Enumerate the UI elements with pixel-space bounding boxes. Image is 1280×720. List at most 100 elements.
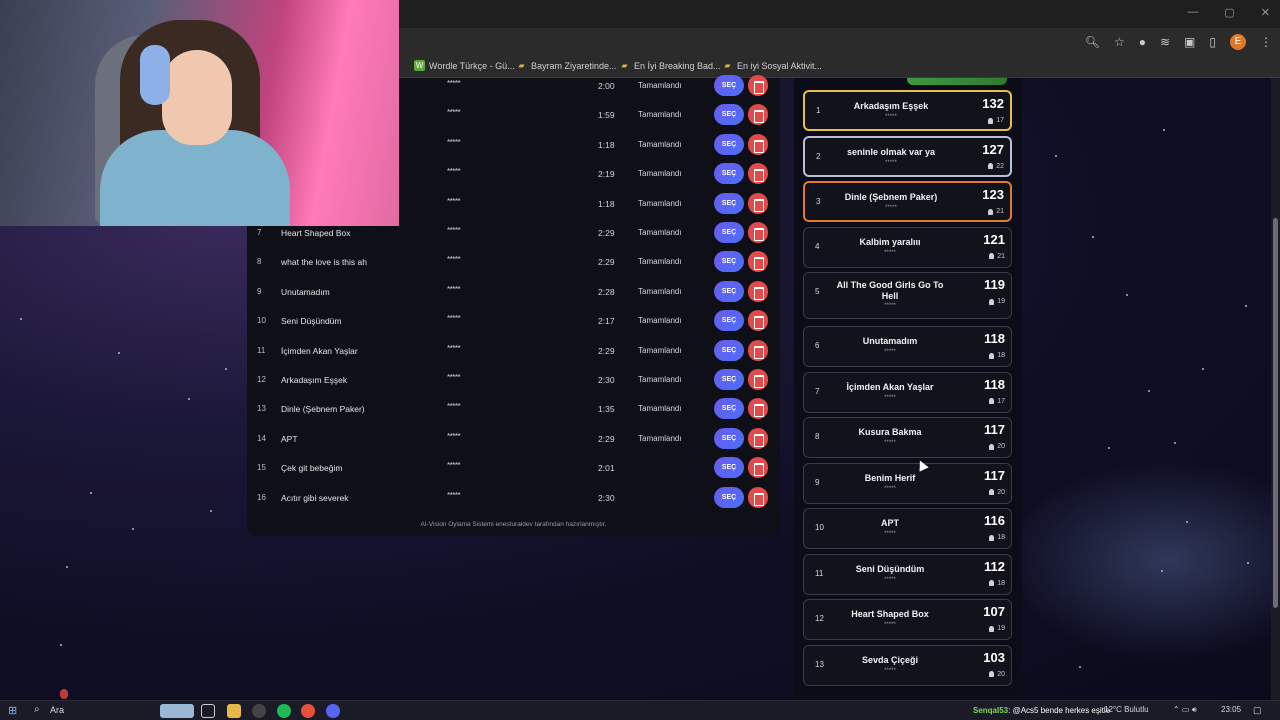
minimize-icon[interactable]: — [1187, 6, 1198, 19]
select-button[interactable]: SEÇ [714, 310, 744, 332]
ranking-card[interactable]: 3 Dinle (Şebnem Paker) ***** 123 21 [803, 181, 1012, 222]
audio-extension-icon[interactable]: ≋ [1160, 35, 1170, 49]
spotify-icon[interactable] [277, 704, 291, 718]
select-button[interactable]: SEÇ [714, 133, 744, 155]
delete-icon[interactable] [748, 163, 768, 185]
ranking-card[interactable]: 5 All The Good Girls Go To Hell ***** 119 19 [803, 272, 1012, 319]
file-explorer-icon[interactable] [227, 704, 241, 718]
ranking-card[interactable]: 7 İçimden Akan Yaşlar ***** 118 17 [803, 371, 1012, 413]
notifications-icon[interactable]: ▢ [1253, 705, 1262, 716]
ranking-card[interactable]: 1 Arkadaşım Eşşek ***** 132 17 [803, 90, 1012, 131]
ranking-card[interactable]: 13 Sevda Çiçeği ***** 103 20 [803, 644, 1012, 686]
rank-title: Kusura Bakma [858, 427, 922, 437]
delete-icon[interactable] [748, 310, 768, 332]
chrome-icon[interactable] [301, 704, 315, 718]
bookmark-item[interactable]: ▰ En İyi Breaking Bad... [619, 60, 720, 71]
ranking-card[interactable]: 6 Unutamadım ***** 118 18 [803, 326, 1012, 367]
close-icon[interactable]: ✕ [1261, 6, 1270, 19]
star-rating: ***** [447, 343, 461, 353]
delete-icon[interactable] [748, 133, 768, 155]
ranking-card[interactable]: 10 APT ***** 116 18 [803, 508, 1012, 549]
bookmark-item[interactable]: ▰ Bayram Ziyaretinde... [516, 60, 616, 71]
select-button[interactable]: SEÇ [714, 251, 744, 273]
star [1126, 294, 1128, 296]
select-button[interactable]: SEÇ [714, 192, 744, 214]
menu-icon[interactable]: ⋮ [1260, 35, 1272, 49]
ranking-card[interactable]: 12 Heart Shaped Box ***** 107 19 [803, 599, 1012, 640]
star [1148, 390, 1150, 392]
select-button[interactable]: SEÇ [714, 457, 744, 479]
taskbar-search[interactable]: Ara [50, 705, 64, 715]
select-button[interactable]: SEÇ [714, 427, 744, 449]
select-button[interactable]: SEÇ [714, 339, 744, 361]
maximize-icon[interactable]: ▢ [1224, 6, 1234, 19]
delete-icon[interactable] [748, 104, 768, 126]
clock[interactable]: 23:05 [1221, 705, 1241, 714]
star-rating: ***** [447, 167, 461, 177]
delete-icon[interactable] [748, 457, 768, 479]
rank-stars: ***** [884, 667, 896, 674]
tray-icons[interactable]: ⌃ ▭ 🔊︎ [1173, 705, 1197, 715]
ranking-card[interactable]: 8 Kusura Bakma ***** 117 20 [803, 417, 1012, 458]
song-title: Çek git bebeğim [281, 463, 343, 474]
ranking-card[interactable]: 2 seninle olmak var ya ***** 127 22 [803, 135, 1012, 177]
windows-start-icon[interactable]: ⊞ [8, 704, 17, 717]
sidebar-icon[interactable]: ▯ [1209, 35, 1216, 49]
extensions-puzzle-icon[interactable]: ▣ [1184, 35, 1195, 49]
row-number: 9 [257, 286, 262, 296]
select-button[interactable]: SEÇ [714, 398, 744, 420]
headset [140, 45, 170, 105]
select-button[interactable]: SEÇ [714, 280, 744, 302]
ranking-card[interactable]: 11 Seni Düşündüm ***** 112 18 [803, 553, 1012, 595]
page-scrollbar[interactable] [1271, 78, 1280, 700]
discord-icon[interactable] [326, 704, 340, 718]
select-button[interactable]: SEÇ [714, 222, 744, 243]
rank-stars: ***** [885, 159, 897, 166]
select-button[interactable]: SEÇ [714, 75, 744, 96]
select-button[interactable]: SEÇ [714, 486, 744, 508]
profile-avatar[interactable]: E [1230, 34, 1246, 50]
task-view-icon[interactable] [201, 704, 215, 718]
scrollbar-thumb[interactable] [1273, 218, 1278, 608]
status-text: Tamamlandı [638, 81, 682, 90]
widgets-icon[interactable] [160, 704, 194, 718]
delete-icon[interactable] [748, 369, 768, 390]
table-row: 13 Dinle (Şebnem Paker) ***** 1:35 Tamamland… [247, 394, 780, 423]
select-button[interactable]: SEÇ [714, 104, 744, 126]
rank-position: 6 [815, 341, 820, 350]
weather-status[interactable]: 12°C Bulutlu [1104, 705, 1149, 714]
bookmark-star-icon[interactable]: ☆ [1114, 35, 1125, 49]
song-duration: 2:29 [598, 257, 615, 268]
folder-icon: ▰ [621, 61, 628, 70]
ranking-card[interactable]: 4 Kalbim yaralııı ***** 121 21 [803, 226, 1012, 268]
select-button[interactable]: SEÇ [714, 369, 744, 390]
delete-icon[interactable] [748, 251, 768, 273]
star-rating: ***** [447, 108, 461, 118]
delete-icon[interactable] [748, 75, 768, 96]
delete-icon[interactable] [748, 398, 768, 420]
ranking-list: 1 Arkadaşım Eşşek ***** 132 17 2 seninle olmak… [794, 78, 1022, 700]
select-button[interactable]: SEÇ [714, 163, 744, 185]
delete-icon[interactable] [748, 427, 768, 449]
extension-icon[interactable]: ● [1139, 35, 1146, 49]
row-number: 7 [257, 228, 262, 237]
rank-score: 103 [983, 649, 1005, 665]
song-title: Acıtır gibi severek [281, 492, 349, 503]
delete-icon[interactable] [748, 222, 768, 243]
delete-icon[interactable] [748, 339, 768, 361]
ranking-card[interactable]: 9 Benim Herif ***** 117 20 [803, 462, 1012, 504]
bookmark-item[interactable]: ▰ En iyi Sosyal Aktivit... [722, 60, 822, 71]
song-title: APT [281, 433, 298, 444]
search-icon[interactable]: ⌕ [34, 704, 40, 715]
zoom-icon[interactable]: 🔍︎ [1085, 35, 1100, 49]
row-number: 8 [257, 257, 262, 267]
row-number: 16 [257, 492, 266, 502]
status-text: Tamamlandı [638, 316, 682, 326]
delete-icon[interactable] [748, 280, 768, 302]
delete-icon[interactable] [748, 192, 768, 214]
bookmark-item[interactable]: W Wordle Türkçe - Gü... [414, 60, 515, 71]
obs-icon[interactable] [252, 704, 266, 718]
rank-stars: ***** [884, 622, 896, 628]
webcam-overlay [0, 0, 399, 226]
delete-icon[interactable] [748, 486, 768, 508]
